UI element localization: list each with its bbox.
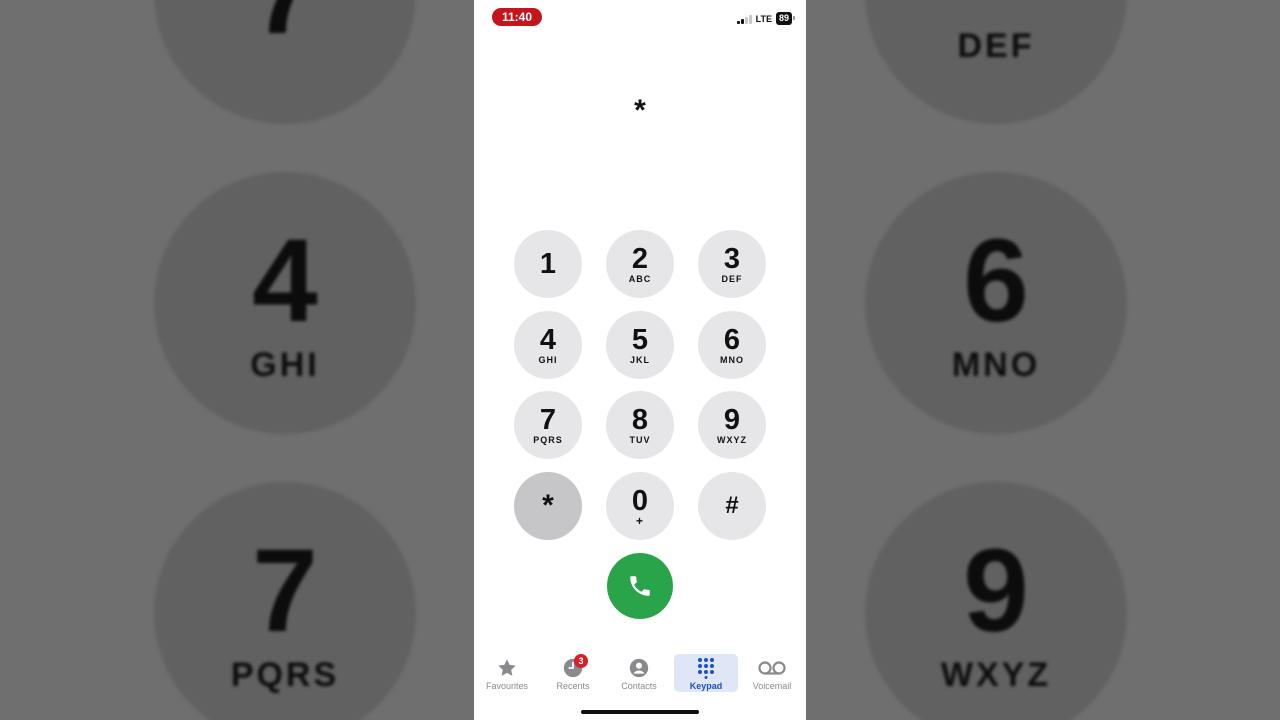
home-indicator[interactable] [581,710,699,714]
key-letters: + [635,513,644,528]
status-indicators: LTE 89 [736,12,796,25]
key-digit: 4 [539,323,557,356]
key-6[interactable]: 6 MNO [698,311,766,379]
key-digit: 2 [631,242,649,275]
key-digit: # [725,492,739,519]
tab-label: Voicemail [752,681,792,691]
tab-label: Keypad [689,681,723,691]
tab-label: Recents [556,681,590,691]
keypad-icon [698,658,714,679]
key-letters: MNO [720,354,744,365]
key-letters: TUV [629,434,651,445]
key-digit: 9 [723,403,741,436]
person-icon [629,658,649,678]
battery-icon: 89 [775,12,796,25]
key-digit: 6 [723,323,741,356]
key-1[interactable]: 1 [514,230,582,298]
key-digit: 8 [631,403,649,436]
background-key-letters: WXYZ [940,655,1052,694]
tab-label: Contacts [621,681,657,691]
key-2[interactable]: 2 ABC [606,230,674,298]
phone-icon [630,576,650,596]
key-3[interactable]: 3 DEF [698,230,766,298]
background-key: 9 WXYZ [865,482,1127,720]
network-type: LTE [755,13,772,24]
key-digit: 5 [631,323,649,356]
key-9[interactable]: 9 WXYZ [698,391,766,459]
background-key: 4 GHI [154,172,416,434]
tab-contacts[interactable]: Contacts [607,654,671,692]
key-digit: 7 [539,403,557,436]
star-icon [498,659,516,676]
key-letters: JKL [629,354,650,365]
key-hash[interactable]: # [698,472,766,540]
background-key: 6 MNO [865,172,1127,434]
background-key-letters: DEF [957,27,1035,65]
key-letters: PQRS [533,434,563,445]
recents-badge: 3 [574,654,588,668]
tab-bar: Favourites 3 Recents Contacts Keypad Voi… [474,654,806,694]
key-letters: WXYZ [717,434,747,445]
background-key-letters: MNO [951,345,1041,384]
background-key: DEF [865,0,1127,124]
key-digit: * [542,489,554,522]
phone-screen: 11:40 LTE 89 * 1 2 ABC 3 DEF 4 GHI 5 JKL… [474,0,806,720]
key-5[interactable]: 5 JKL [606,311,674,379]
background-key-digit: 9 [963,524,1029,657]
background-key-digit: 7 [252,524,318,657]
key-4[interactable]: 4 GHI [514,311,582,379]
tab-voicemail[interactable]: Voicemail [740,654,804,692]
key-letters: ABC [628,273,652,284]
key-star[interactable]: * [514,472,582,540]
call-button[interactable] [607,553,673,619]
key-digit: 3 [723,242,741,275]
tab-recents[interactable]: 3 Recents [541,654,605,692]
key-7[interactable]: 7 PQRS [514,391,582,459]
key-8[interactable]: 8 TUV [606,391,674,459]
key-digit: 1 [539,248,557,280]
tab-favourites[interactable]: Favourites [475,654,539,692]
entered-number: * [634,94,646,127]
background-key-digit: 6 [963,214,1029,347]
background-key-letters: GHI [250,345,320,384]
background-key-digit: 7 [252,0,318,52]
key-0[interactable]: 0 + [606,472,674,540]
signal-icon [736,14,752,24]
background-key-letters: PQRS [230,655,340,694]
key-letters: DEF [721,273,743,284]
tab-keypad[interactable]: Keypad [674,654,738,692]
status-time: 11:40 [492,8,542,26]
background-key-digit: 4 [252,214,318,347]
voicemail-icon [758,661,786,675]
key-digit: 0 [631,484,649,517]
background-key: 7 PQRS [154,482,416,720]
key-letters: GHI [538,354,558,365]
tab-label: Favourites [485,681,529,691]
background-key: 7 [154,0,416,124]
